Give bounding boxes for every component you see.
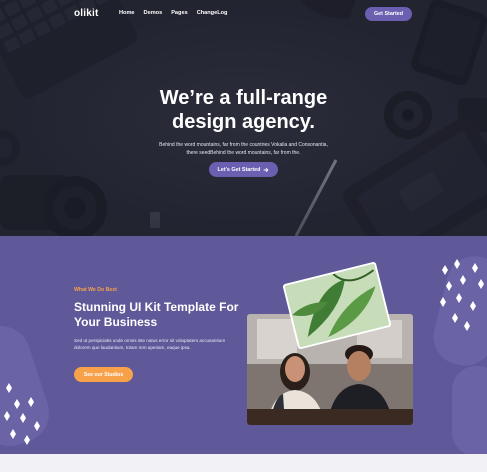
sparkle-pattern-left (4, 383, 40, 445)
nav-item-home[interactable]: Home (119, 10, 135, 16)
logo[interactable]: olikit (74, 8, 99, 19)
hero-subtitle-line-2: there seedBehind the word mountains, far… (186, 149, 301, 156)
nav-menu: Home Demos Pages ChangeLog (119, 10, 227, 16)
nav-item-changelog[interactable]: ChangeLog (197, 10, 228, 16)
hero-title-line-2: design agency. (171, 111, 315, 133)
sparkle-pattern-right (440, 259, 484, 331)
nav-item-pages[interactable]: Pages (171, 10, 187, 16)
lets-get-started-label: Let’s Get Started (217, 166, 261, 173)
section-title: Stunning UI Kit Template For Your Busine… (74, 300, 239, 329)
hero-subtitle-line-1: Behind the word mountains, far from the … (159, 142, 328, 148)
hero-section: olikit Home Demos Pages ChangeLog Get St… (0, 0, 487, 236)
nav-item-demos[interactable]: Demos (144, 10, 163, 16)
get-started-button[interactable]: Get Started (365, 7, 412, 21)
top-navbar: olikit Home Demos Pages ChangeLog Get St… (0, 0, 487, 28)
hero-subtitle: Behind the word mountains, far from the … (0, 142, 487, 157)
section-body: Sed ut perspiciatis unde omnis iste natu… (74, 338, 226, 350)
section-eyebrow: What We Do Best (74, 287, 117, 293)
see-our-studios-button[interactable]: See our Studios (74, 367, 133, 382)
footer-strip (0, 454, 487, 472)
lets-get-started-button[interactable]: Let’s Get Started (209, 162, 278, 177)
hero-title-line-1: We’re a full-range (159, 87, 328, 109)
hero-title: We’re a full-range design agency. (0, 86, 487, 134)
arrow-right-icon (264, 167, 269, 172)
